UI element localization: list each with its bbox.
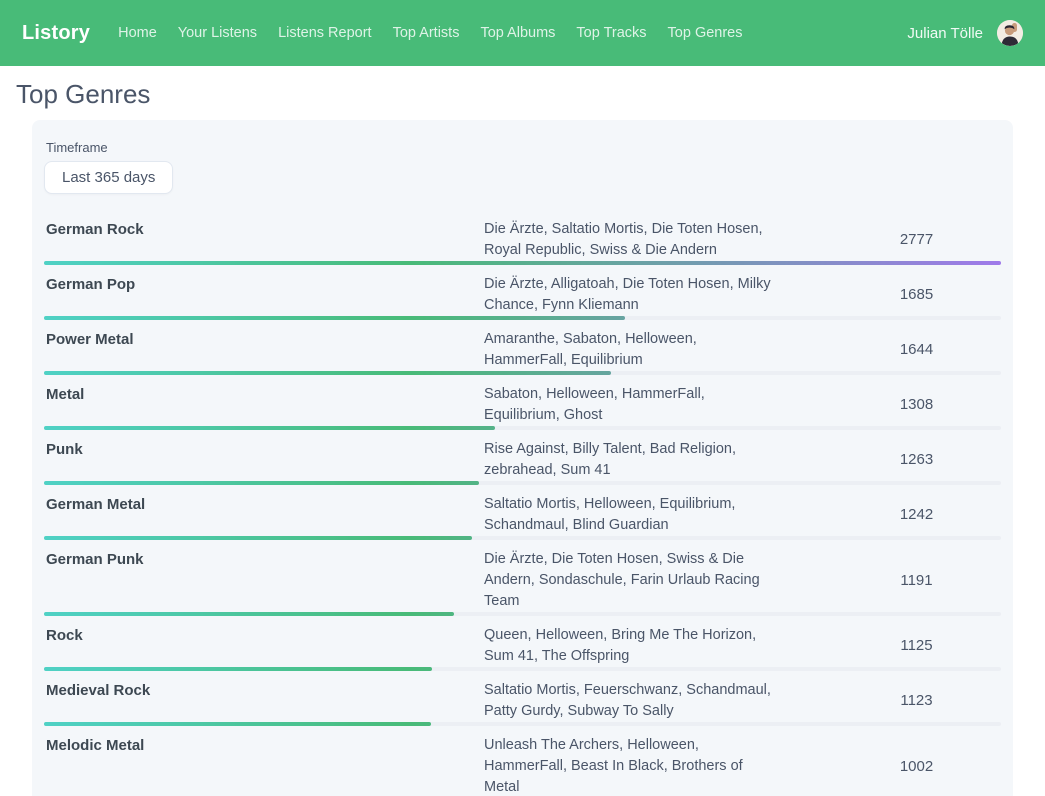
genre-count: 2777 [846,231,933,248]
genre-count: 1191 [846,572,932,589]
genre-row: Medieval Rock Saltatio Mortis, Feuerschw… [44,671,1001,726]
genre-count: 1125 [846,637,932,654]
genre-name: Medieval Rock [44,680,484,701]
nav-item-your-listens[interactable]: Your Listens [178,25,257,41]
genre-row: Melodic Metal Unleash The Archers, Hello… [44,726,1001,796]
user-avatar[interactable] [997,20,1023,46]
genre-name: German Metal [44,494,484,515]
nav-item-top-tracks[interactable]: Top Tracks [576,25,646,41]
genre-bar-track [44,536,1001,540]
genre-bar-fill [44,371,611,375]
genre-artists: Unleash The Archers, Helloween, HammerFa… [484,735,778,796]
page-title: Top Genres [16,80,1029,110]
genre-name: Power Metal [44,329,484,350]
genre-artists: Die Ärzte, Die Toten Hosen, Swiss & Die … [484,549,778,612]
timeframe-filter: Timeframe Last 365 days [44,140,1001,194]
genre-count: 1242 [846,506,933,523]
genre-row: German Punk Die Ärzte, Die Toten Hosen, … [44,540,1001,616]
genre-bar-fill [44,722,431,726]
nav-item-top-artists[interactable]: Top Artists [393,25,460,41]
main-content: Top Genres Timeframe Last 365 days Germa… [0,80,1045,796]
genre-bar-fill [44,612,454,616]
genre-name: German Rock [44,219,484,240]
nav-item-listens-report[interactable]: Listens Report [278,25,372,41]
genre-row: Metal Sabaton, Helloween, HammerFall, Eq… [44,375,1001,430]
genre-bar-fill [44,481,479,485]
genre-bar-track [44,481,1001,485]
genre-bar-track [44,261,1001,265]
genre-count: 1308 [846,396,933,413]
genre-artists: Die Ärzte, Saltatio Mortis, Die Toten Ho… [484,219,778,261]
genre-count: 1263 [846,451,933,468]
main-nav: Home Your Listens Listens Report Top Art… [118,25,742,41]
top-navbar: Listory Home Your Listens Listens Report… [0,0,1045,66]
genre-bar-fill [44,426,495,430]
nav-item-top-albums[interactable]: Top Albums [480,25,555,41]
genre-name: German Pop [44,274,484,295]
user-name: Julian Tölle [907,25,983,42]
genre-count: 1644 [846,341,933,358]
genre-artists: Rise Against, Billy Talent, Bad Religion… [484,439,778,481]
genre-bar-fill [44,536,472,540]
genre-row: Rock Queen, Helloween, Bring Me The Hori… [44,616,1001,671]
genre-row: German Rock Die Ärzte, Saltatio Mortis, … [44,210,1001,265]
genre-bar-track [44,426,1001,430]
nav-item-top-genres[interactable]: Top Genres [668,25,743,41]
genre-bar-track [44,371,1001,375]
genre-row: Punk Rise Against, Billy Talent, Bad Rel… [44,430,1001,485]
brand-logo[interactable]: Listory [22,22,90,45]
genre-artists: Sabaton, Helloween, HammerFall, Equilibr… [484,384,778,426]
genre-bar-track [44,316,1001,320]
genre-count: 1002 [846,758,933,775]
genre-bar-track [44,612,1001,616]
genre-bar-fill [44,667,432,671]
genre-name: Melodic Metal [44,735,484,756]
genre-row: German Metal Saltatio Mortis, Helloween,… [44,485,1001,540]
genre-artists: Saltatio Mortis, Helloween, Equilibrium,… [484,494,778,536]
user-menu[interactable]: Julian Tölle [907,20,1023,46]
genre-artists: Queen, Helloween, Bring Me The Horizon, … [484,625,778,667]
genre-count: 1123 [846,692,932,709]
genre-row: Power Metal Amaranthe, Sabaton, Hellowee… [44,320,1001,375]
genre-bar-track [44,667,1001,671]
genre-bar-fill [44,316,625,320]
nav-item-home[interactable]: Home [118,25,157,41]
genre-artists: Amaranthe, Sabaton, Helloween, HammerFal… [484,329,778,371]
genre-name: German Punk [44,549,484,570]
avatar-photo-icon [997,20,1023,46]
timeframe-select[interactable]: Last 365 days [44,161,173,194]
genre-artists: Die Ärzte, Alligatoah, Die Toten Hosen, … [484,274,778,316]
genre-name: Rock [44,625,484,646]
genre-bar-fill [44,261,1001,265]
timeframe-label: Timeframe [46,140,1001,155]
top-genres-card: Timeframe Last 365 days German Rock Die … [32,120,1013,796]
genre-name: Metal [44,384,484,405]
genres-table: German Rock Die Ärzte, Saltatio Mortis, … [44,210,1001,796]
genre-count: 1685 [846,286,933,303]
genre-name: Punk [44,439,484,460]
genre-row: German Pop Die Ärzte, Alligatoah, Die To… [44,265,1001,320]
genre-artists: Saltatio Mortis, Feuerschwanz, Schandmau… [484,680,778,722]
genre-bar-track [44,722,1001,726]
